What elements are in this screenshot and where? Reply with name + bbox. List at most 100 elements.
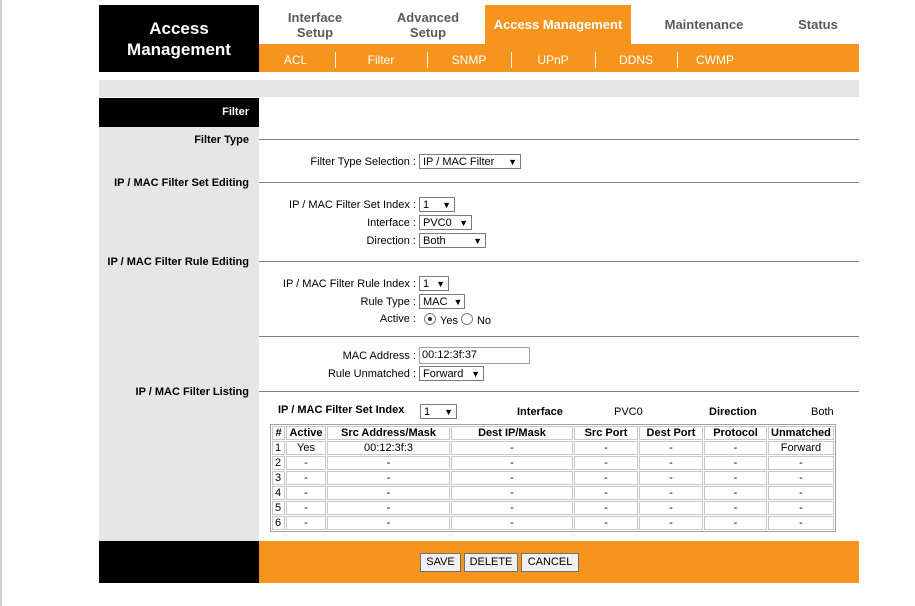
unmatched-select[interactable]: Forward ▼: [419, 366, 484, 381]
table-cell: -: [451, 471, 573, 485]
subnav-divider: [511, 52, 512, 68]
direction-value: Both: [423, 234, 446, 247]
section-label-rule-editing: IP / MAC Filter Rule Editing: [107, 256, 249, 268]
listing-set-index-value: 1: [424, 405, 431, 418]
table-cell: -: [704, 471, 767, 485]
sub-nav: ACL Filter SNMP UPnP DDNS CWMP: [259, 44, 859, 72]
tab-maintenance[interactable]: Maintenance: [631, 5, 777, 44]
rule-type-select[interactable]: MAC ▼: [419, 294, 465, 309]
table-cell: -: [451, 516, 573, 530]
footer-left: [99, 541, 259, 583]
delete-button[interactable]: DELETE: [464, 553, 518, 572]
col-header: #: [272, 426, 285, 440]
col-header: Src Address/Mask: [327, 426, 450, 440]
table-header-row: # Active Src Address/Mask Dest IP/Mask S…: [272, 426, 834, 440]
tab-advanced-setup-line1: Advanced: [396, 9, 460, 25]
table-cell: -: [639, 471, 703, 485]
table-cell: -: [704, 456, 767, 470]
table-cell: -: [286, 456, 326, 470]
tab-advanced-setup[interactable]: Advanced Setup: [371, 5, 485, 44]
window-edge: [0, 0, 2, 606]
table-cell: 6: [272, 516, 285, 530]
subtab-filter[interactable]: Filter: [338, 44, 424, 72]
col-header: Unmatched: [768, 426, 834, 440]
set-index-label: IP / MAC Filter Set Index :: [289, 198, 416, 211]
table-row: 3-------: [272, 471, 834, 485]
tab-status[interactable]: Status: [777, 5, 859, 44]
filter-type-value: IP / MAC Filter: [423, 155, 495, 168]
interface-row: Interface : PVC0 ▼: [280, 215, 472, 230]
listing-direction-label: Direction: [709, 406, 757, 418]
subtab-acl[interactable]: ACL: [259, 44, 332, 72]
direction-label: Direction :: [366, 234, 416, 247]
table-cell: -: [768, 501, 834, 515]
table-cell: 2: [272, 456, 285, 470]
divider: [259, 336, 859, 337]
table-cell: -: [327, 516, 450, 530]
table-cell: -: [327, 501, 450, 515]
table-cell: -: [768, 486, 834, 500]
divider: [259, 182, 859, 183]
table-cell: -: [574, 456, 638, 470]
table-cell: -: [704, 441, 767, 455]
dropdown-arrow-icon: ▼: [471, 368, 480, 379]
divider: [259, 139, 859, 140]
table-cell: 00:12:3f:3: [327, 441, 450, 455]
active-yes-label: Yes: [440, 315, 458, 327]
subtab-upnp[interactable]: UPnP: [514, 44, 592, 72]
direction-select[interactable]: Both ▼: [419, 233, 486, 248]
table-cell: -: [574, 441, 638, 455]
table-cell: 1: [272, 441, 285, 455]
mac-row: MAC Address : 00:12:3f:37: [280, 347, 530, 364]
subtab-cwmp[interactable]: CWMP: [680, 44, 750, 72]
table-cell: -: [704, 486, 767, 500]
tab-access-management[interactable]: Access Management: [485, 5, 631, 44]
subtab-snmp[interactable]: SNMP: [430, 44, 508, 72]
direction-row: Direction : Both ▼: [280, 233, 486, 248]
table-cell: -: [768, 471, 834, 485]
save-button[interactable]: SAVE: [420, 553, 461, 572]
subnav-divider: [595, 52, 596, 68]
subnav-divider: [427, 52, 428, 68]
subtab-ddns[interactable]: DDNS: [598, 44, 674, 72]
table-cell: -: [639, 441, 703, 455]
active-row: Active : Yes No: [280, 313, 491, 327]
rule-type-row: Rule Type : MAC ▼: [280, 294, 465, 309]
rule-type-label: Rule Type :: [360, 295, 416, 308]
col-header: Dest IP/Mask: [451, 426, 573, 440]
section-label-set-editing: IP / MAC Filter Set Editing: [114, 177, 249, 189]
top-nav: Interface Setup Advanced Setup Access Mana…: [259, 5, 859, 44]
table-cell: Yes: [286, 441, 326, 455]
filter-type-select[interactable]: IP / MAC Filter ▼: [419, 154, 521, 169]
dropdown-arrow-icon: ▼: [508, 156, 517, 167]
table-cell: -: [451, 501, 573, 515]
set-index-row: IP / MAC Filter Set Index : 1 ▼: [280, 197, 455, 212]
mac-label: MAC Address :: [342, 349, 416, 362]
set-index-value: 1: [423, 198, 430, 211]
mac-address-input[interactable]: 00:12:3f:37: [419, 347, 530, 364]
tab-interface-setup[interactable]: Interface Setup: [259, 5, 371, 44]
col-header: Protocol: [704, 426, 767, 440]
active-label: Active :: [379, 313, 416, 325]
interface-select[interactable]: PVC0 ▼: [419, 215, 472, 230]
unmatched-row: Rule Unmatched : Forward ▼: [280, 366, 484, 381]
unmatched-value: Forward: [423, 367, 464, 380]
spacer-bar: [99, 80, 859, 97]
table-cell: -: [768, 456, 834, 470]
listing-set-index-select[interactable]: 1 ▼: [420, 404, 457, 419]
table-cell: -: [639, 501, 703, 515]
set-index-select[interactable]: 1 ▼: [419, 197, 455, 212]
rule-index-row: IP / MAC Filter Rule Index : 1 ▼: [280, 276, 449, 291]
table-cell: Forward: [768, 441, 834, 455]
table-cell: 5: [272, 501, 285, 515]
section-header-filter: Filter: [99, 98, 259, 127]
active-yes-radio[interactable]: [424, 313, 436, 325]
cancel-button[interactable]: CANCEL: [521, 553, 579, 572]
active-no-radio[interactable]: [460, 313, 473, 325]
left-panel: [99, 98, 259, 541]
rule-index-select[interactable]: 1 ▼: [419, 276, 449, 291]
table-cell: 3: [272, 471, 285, 485]
dropdown-arrow-icon: ▼: [453, 296, 463, 307]
subnav-divider: [335, 52, 336, 68]
table-cell: -: [327, 471, 450, 485]
